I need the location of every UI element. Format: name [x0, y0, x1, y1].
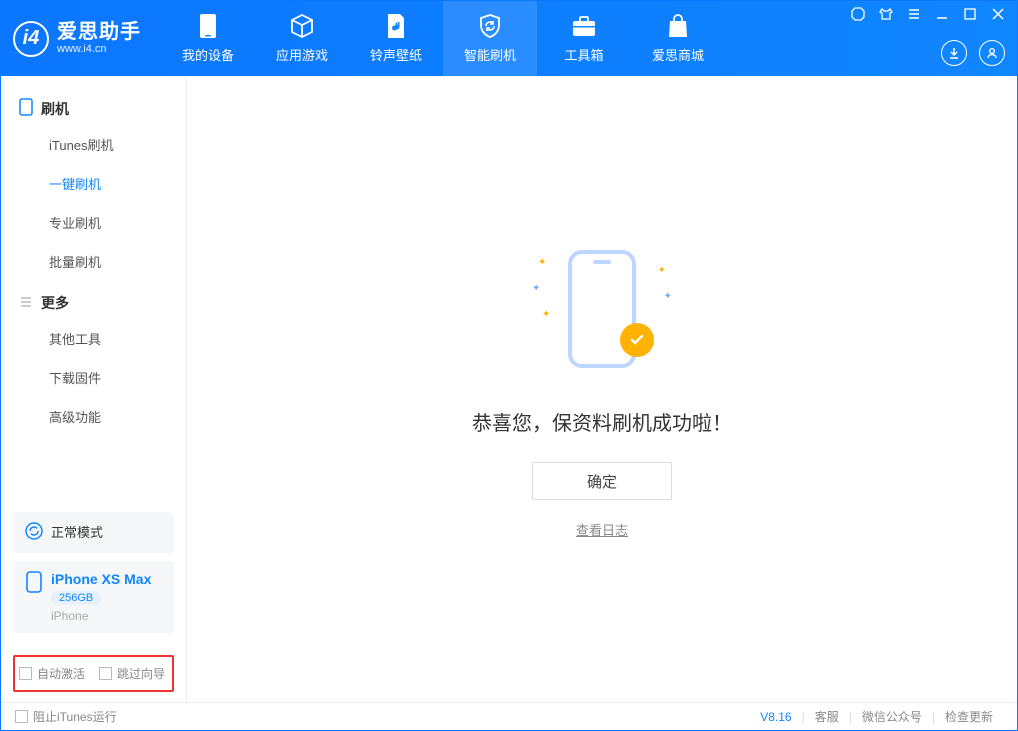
sidebar-group-label: 更多 — [41, 293, 69, 313]
checkbox-auto-activate[interactable]: 自动激活 — [19, 665, 85, 682]
tab-label: 爱思商城 — [652, 45, 704, 64]
wechat-link[interactable]: 微信公众号 — [852, 708, 932, 725]
sparkle-icon: ✦ — [542, 309, 550, 320]
cube-icon — [289, 13, 315, 39]
device-icon — [195, 13, 221, 39]
checkbox-icon — [19, 667, 32, 680]
sidebar-group-more: 更多 — [1, 281, 186, 319]
device-name: iPhone XS Max — [51, 571, 151, 587]
sidebar-group-flash: 刷机 — [1, 86, 186, 125]
list-icon — [19, 295, 33, 312]
app-header: i4 爱思助手 www.i4.cn 我的设备 应用游戏 铃声壁纸 智能刷机 工具… — [1, 1, 1017, 76]
music-file-icon — [383, 13, 409, 39]
refresh-icon — [25, 522, 43, 543]
app-logo-icon: i4 — [13, 21, 49, 57]
feedback-icon[interactable] — [851, 7, 865, 21]
sparkle-icon: ✦ — [538, 257, 546, 268]
device-card[interactable]: iPhone XS Max 256GB iPhone — [13, 561, 174, 633]
main-tabs: 我的设备 应用游戏 铃声壁纸 智能刷机 工具箱 爱思商城 — [161, 1, 725, 76]
sparkle-icon: ✦ — [664, 291, 672, 302]
check-badge-icon — [620, 323, 654, 357]
close-icon[interactable] — [991, 7, 1005, 21]
sidebar-item-pro-flash[interactable]: 专业刷机 — [1, 203, 186, 242]
checkbox-label: 自动激活 — [37, 665, 85, 682]
tab-label: 铃声壁纸 — [370, 45, 422, 64]
main-content: ✦ ✦ ✦ ✦ ✦ 恭喜您，保资料刷机成功啦！ 确定 查看日志 — [187, 76, 1017, 702]
view-log-link[interactable]: 查看日志 — [576, 520, 628, 539]
tab-ring-wallpaper[interactable]: 铃声壁纸 — [349, 1, 443, 76]
sidebar-item-other-tools[interactable]: 其他工具 — [1, 319, 186, 358]
tab-toolbox[interactable]: 工具箱 — [537, 1, 631, 76]
sidebar-item-batch-flash[interactable]: 批量刷机 — [1, 242, 186, 281]
mode-label: 正常模式 — [51, 522, 103, 541]
sidebar-bottom-options: 自动激活 跳过向导 — [13, 655, 174, 692]
menu-icon[interactable] — [907, 7, 921, 21]
tab-label: 智能刷机 — [464, 45, 516, 64]
app-url: www.i4.cn — [57, 43, 141, 55]
minimize-icon[interactable] — [935, 7, 949, 21]
sidebar: 刷机 iTunes刷机 一键刷机 专业刷机 批量刷机 更多 其他工具 下载固件 … — [1, 76, 187, 702]
success-illustration: ✦ ✦ ✦ ✦ ✦ — [532, 239, 672, 379]
device-type: iPhone — [51, 609, 151, 623]
skin-icon[interactable] — [879, 7, 893, 21]
checkbox-block-itunes[interactable]: 阻止iTunes运行 — [15, 708, 117, 725]
sparkle-icon: ✦ — [658, 265, 666, 276]
checkbox-skip-guide[interactable]: 跳过向导 — [99, 665, 165, 682]
check-update-link[interactable]: 检查更新 — [935, 708, 1003, 725]
ok-button[interactable]: 确定 — [532, 462, 672, 500]
sidebar-item-itunes-flash[interactable]: iTunes刷机 — [1, 125, 186, 164]
bag-icon — [665, 13, 691, 39]
phone-small-icon — [19, 98, 33, 119]
maximize-icon[interactable] — [963, 7, 977, 21]
checkbox-icon — [15, 710, 28, 723]
sparkle-icon: ✦ — [532, 283, 540, 294]
sidebar-item-advanced[interactable]: 高级功能 — [1, 397, 186, 436]
sidebar-group-label: 刷机 — [41, 99, 69, 119]
mode-card[interactable]: 正常模式 — [13, 512, 174, 553]
tab-label: 应用游戏 — [276, 45, 328, 64]
user-icon[interactable] — [979, 40, 1005, 66]
tab-smart-flash[interactable]: 智能刷机 — [443, 1, 537, 76]
tab-label: 工具箱 — [564, 45, 603, 64]
app-title: 爱思助手 — [57, 21, 141, 43]
sidebar-item-download-firmware[interactable]: 下载固件 — [1, 358, 186, 397]
window-controls — [851, 7, 1005, 21]
tab-store[interactable]: 爱思商城 — [631, 1, 725, 76]
phone-outline-icon — [25, 571, 43, 596]
version-label: V8.16 — [760, 710, 801, 724]
shield-refresh-icon — [477, 13, 503, 39]
customer-service-link[interactable]: 客服 — [805, 708, 849, 725]
tab-label: 我的设备 — [182, 45, 234, 64]
device-capacity: 256GB — [51, 591, 101, 605]
sidebar-item-oneclick-flash[interactable]: 一键刷机 — [1, 164, 186, 203]
toolbox-icon — [571, 13, 597, 39]
tab-apps-games[interactable]: 应用游戏 — [255, 1, 349, 76]
success-title: 恭喜您，保资料刷机成功啦！ — [472, 407, 732, 436]
logo-area: i4 爱思助手 www.i4.cn — [13, 21, 141, 57]
checkbox-label: 阻止iTunes运行 — [33, 708, 117, 725]
download-icon[interactable] — [941, 40, 967, 66]
tab-my-device[interactable]: 我的设备 — [161, 1, 255, 76]
checkbox-icon — [99, 667, 112, 680]
status-bar: 阻止iTunes运行 V8.16 | 客服 | 微信公众号 | 检查更新 — [1, 702, 1017, 730]
checkbox-label: 跳过向导 — [117, 665, 165, 682]
